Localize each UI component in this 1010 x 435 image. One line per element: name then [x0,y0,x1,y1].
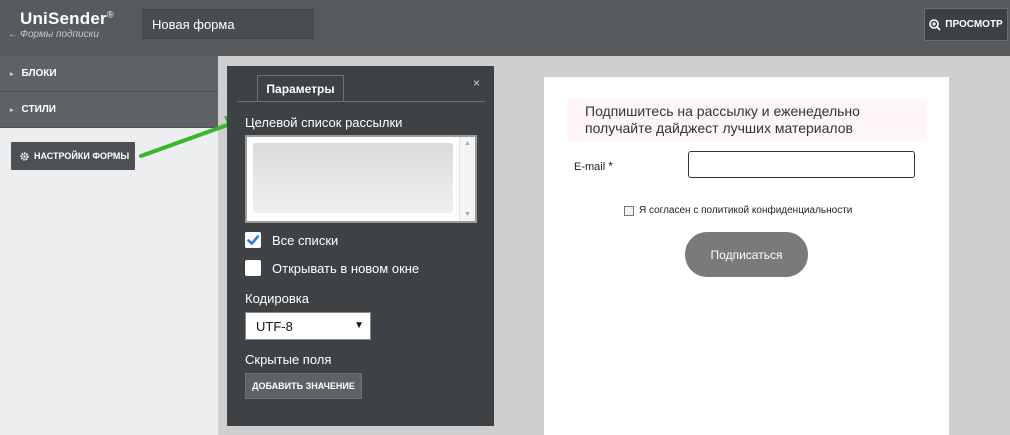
target-list-label: Целевой список рассылки [245,115,403,130]
caret-down-icon: ▼ [354,320,364,331]
consent-checkbox[interactable] [624,205,634,216]
preview-button[interactable]: ПРОСМОТР [924,8,1008,41]
new-window-label: Открывать в новом окне [272,261,420,276]
sidebar-item-blocks[interactable]: ▸ БЛОКИ [0,56,218,92]
consent-label: Я согласен с политикой конфиденциальност… [639,205,853,216]
tab-parameters[interactable]: Параметры [257,75,344,101]
encoding-value: UTF-8 [256,319,293,334]
email-field[interactable] [688,151,915,178]
subscribe-button[interactable]: Подписаться [685,232,808,277]
close-icon[interactable]: × [473,76,480,90]
sidebar-item-label: БЛОКИ [21,68,57,79]
form-preview: Подпишитесь на рассылку и еженедельно по… [544,77,949,435]
chevron-right-icon: ▸ [10,70,14,78]
email-label: E-mail * [574,159,613,173]
sidebar: ▸ БЛОКИ ▸ СТИЛИ [0,56,218,435]
encoding-select[interactable]: UTF-8 ▼ [245,312,371,340]
target-list-select[interactable]: ▲ ▼ [245,135,477,223]
gear-icon [20,151,29,161]
form-name-input[interactable]: Новая форма [142,9,314,39]
consent-checkbox-row[interactable]: Я согласен с политикой конфиденциальност… [624,205,852,216]
scroll-up-icon[interactable]: ▲ [464,140,471,147]
parameters-panel: Параметры × Целевой список рассылки ▲ ▼ … [227,66,494,426]
encoding-label: Кодировка [245,291,309,306]
all-lists-label: Все списки [272,233,339,248]
required-mark: * [608,159,613,173]
sidebar-item-styles[interactable]: ▸ СТИЛИ [0,92,218,128]
list-scrollbar[interactable]: ▲ ▼ [459,137,475,221]
arrow-left-icon: ← [8,29,18,40]
tab-divider [237,101,485,102]
sidebar-item-label: СТИЛИ [21,104,56,115]
checkmark-icon [245,232,261,248]
form-settings-button[interactable]: НАСТРОЙКИ ФОРМЫ [11,142,135,170]
top-bar: UniSender® ← Формы подписки Новая форма П… [0,0,1010,56]
new-window-checkbox[interactable] [245,260,261,276]
logo-name: UniSender® [20,9,114,28]
add-value-button[interactable]: ДОБАВИТЬ ЗНАЧЕНИЕ [245,373,362,399]
preview-button-label: ПРОСМОТР [945,19,1003,30]
back-to-forms-link[interactable]: ← Формы подписки [8,29,99,40]
promo-text: Подпишитесь на рассылку и еженедельно по… [567,99,927,141]
hidden-fields-label: Скрытые поля [245,352,332,367]
list-content-blurred [253,143,453,213]
form-settings-label: НАСТРОЙКИ ФОРМЫ [34,151,130,161]
logo[interactable]: UniSender® ← Формы подписки [8,9,128,49]
chevron-right-icon: ▸ [10,106,14,114]
all-lists-checkbox[interactable] [245,232,261,248]
scroll-down-icon[interactable]: ▼ [464,211,471,218]
zoom-in-icon [929,18,941,31]
